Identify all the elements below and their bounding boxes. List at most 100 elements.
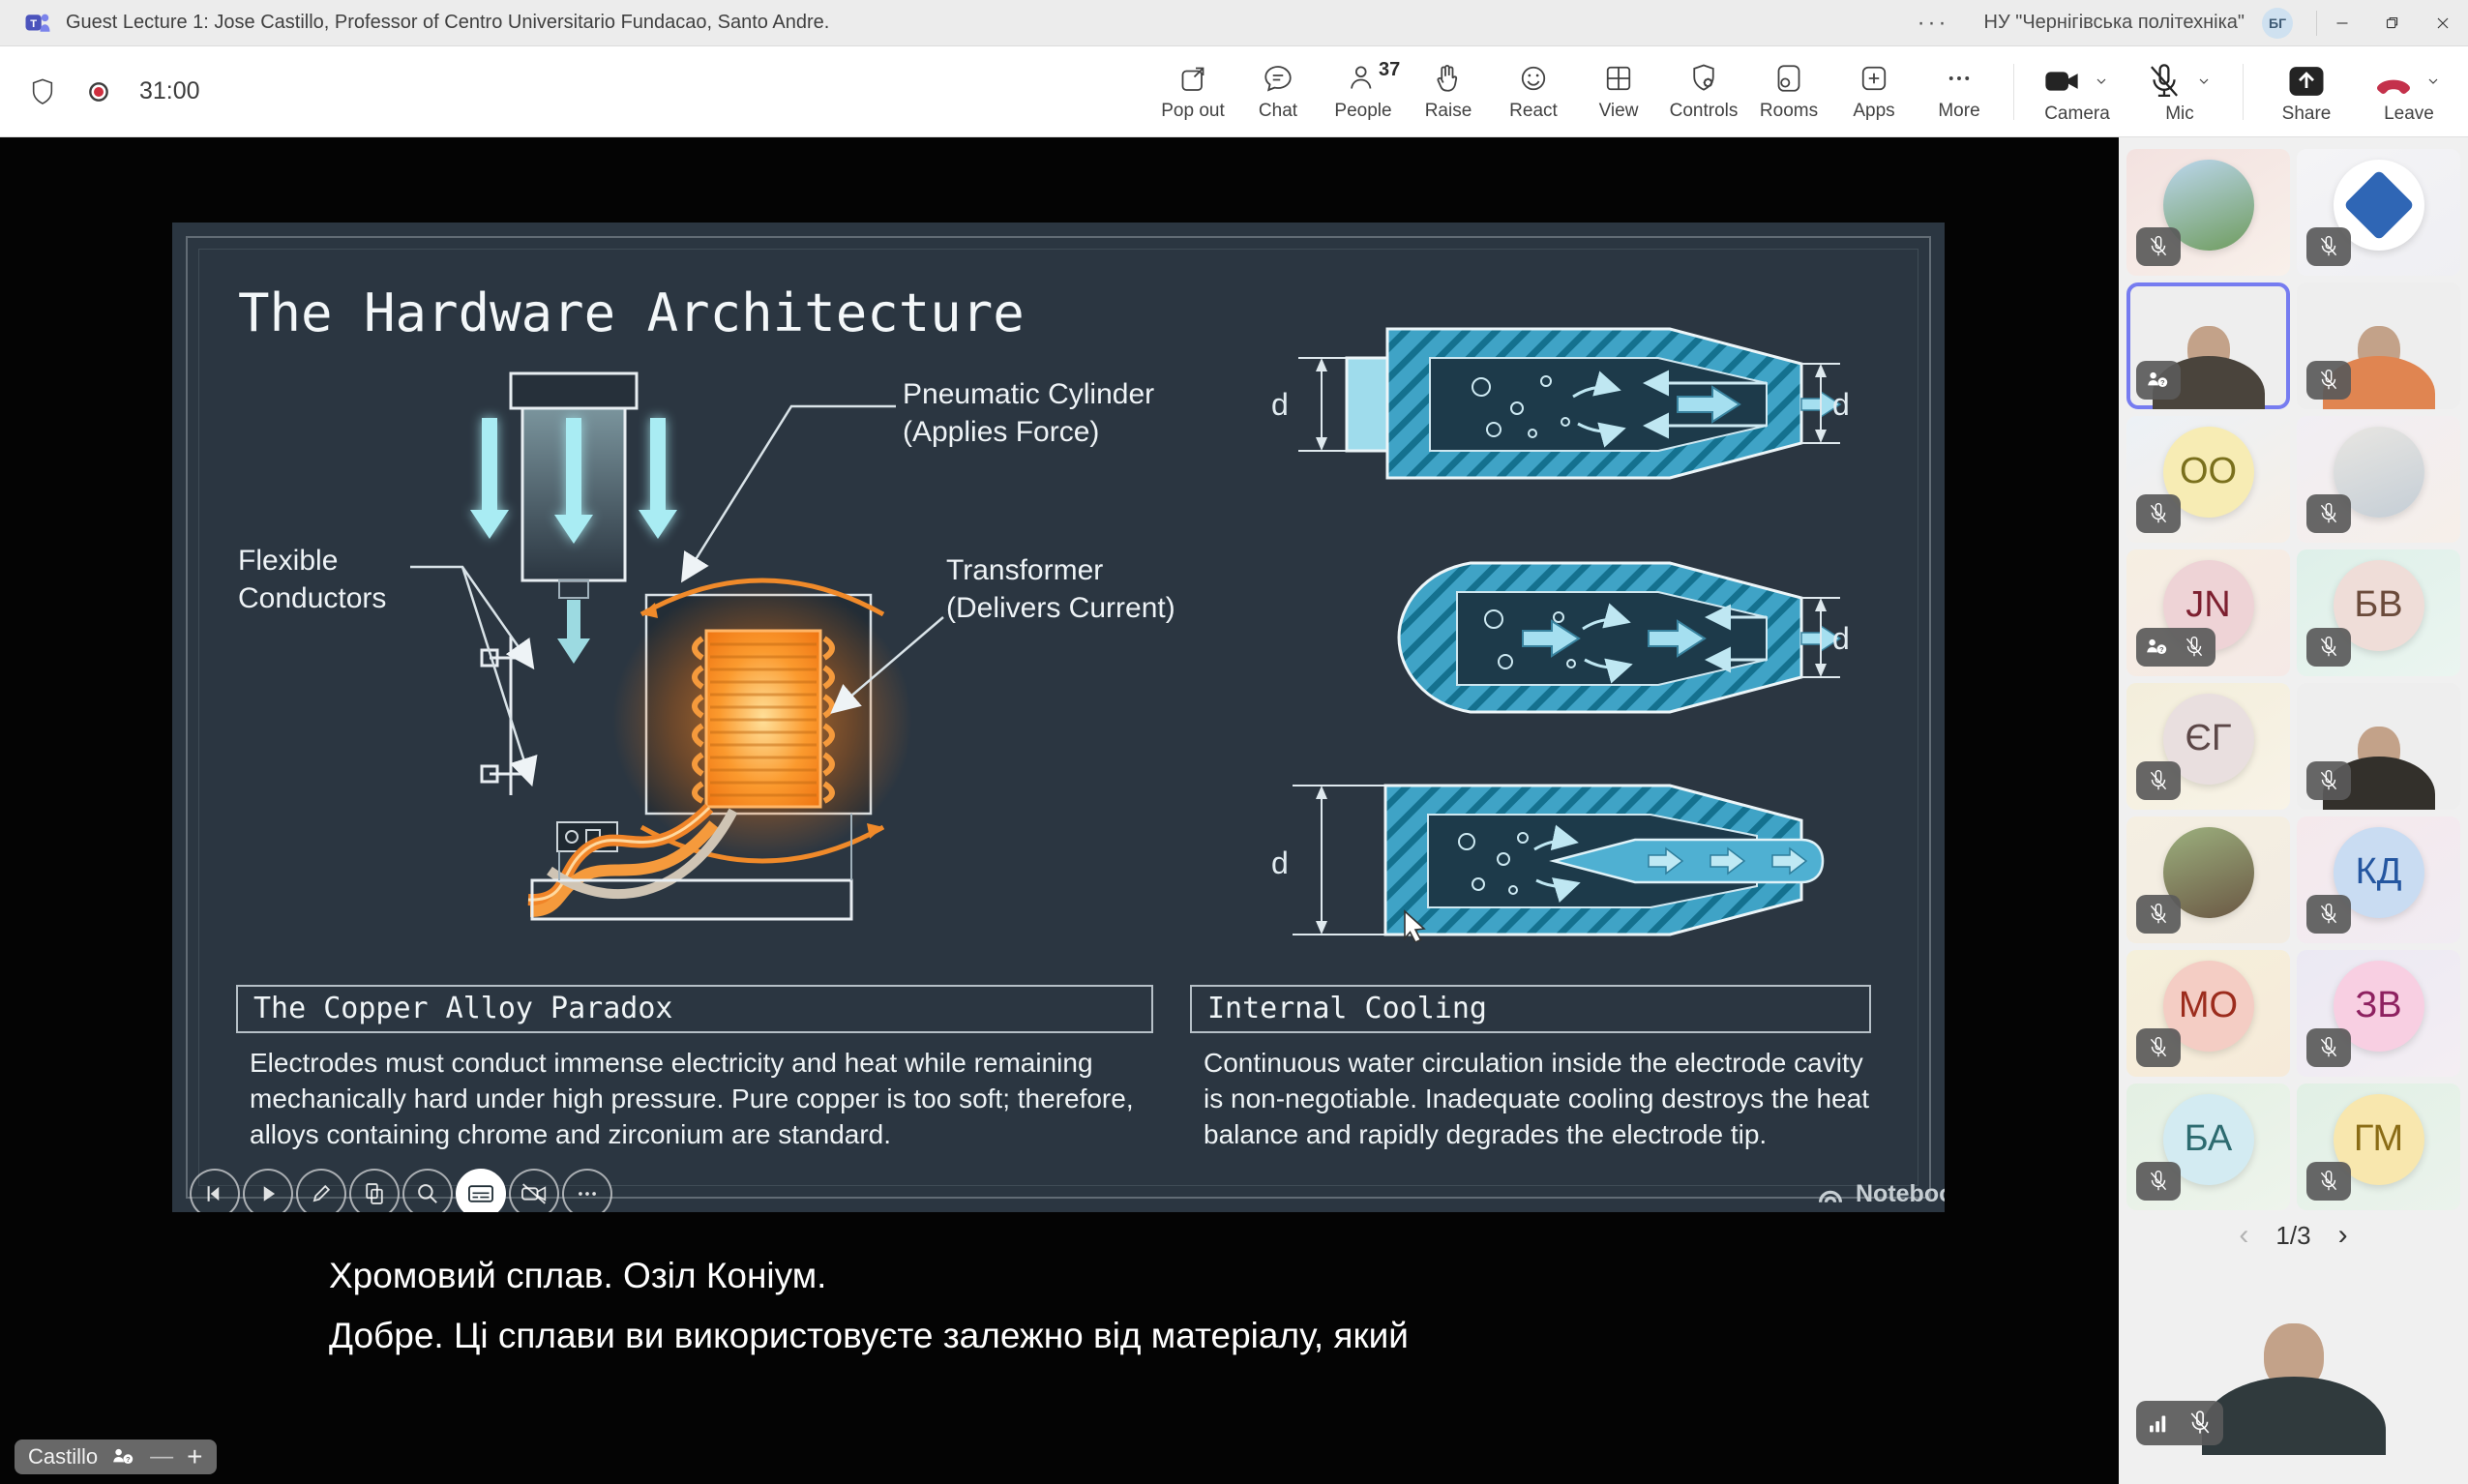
label-transformer: Transformer(Delivers Current) bbox=[946, 551, 1175, 627]
notebooklm-watermark: NotebookLM bbox=[1815, 1180, 1945, 1208]
view-icon bbox=[1601, 61, 1636, 96]
play-icon bbox=[252, 1177, 284, 1210]
recording-indicator-icon bbox=[83, 76, 114, 107]
shared-slide: The Hardware Architecture bbox=[172, 223, 1945, 1212]
toolbar-button-rooms[interactable]: Rooms bbox=[1746, 61, 1831, 122]
toolbar-button-more[interactable]: More bbox=[1917, 61, 2002, 122]
toolbar-button-react[interactable]: React bbox=[1491, 61, 1576, 122]
participant-status-badge bbox=[2306, 1028, 2351, 1067]
raise-icon bbox=[1431, 61, 1466, 96]
chevron-down-icon[interactable] bbox=[2422, 70, 2445, 93]
toolbar-button-view[interactable]: View bbox=[1576, 61, 1661, 122]
mic-muted-icon bbox=[2182, 635, 2207, 660]
mic-muted-icon bbox=[2316, 902, 2341, 927]
toolbar-button-camera[interactable]: Camera bbox=[2026, 59, 2128, 125]
pages-icon bbox=[358, 1177, 391, 1210]
participant-tile-zv[interactable]: ЗВ bbox=[2297, 950, 2460, 1077]
toolbar-button-raise[interactable]: Raise bbox=[1406, 61, 1491, 122]
mic-slash-icon bbox=[2144, 61, 2185, 102]
participant-tile-gm[interactable]: ГМ bbox=[2297, 1083, 2460, 1210]
participant-tile-bv[interactable]: БВ bbox=[2297, 549, 2460, 676]
internal-cooling-heading: Internal Cooling bbox=[1190, 985, 1871, 1033]
user-avatar-badge[interactable]: БГ bbox=[2262, 8, 2293, 39]
player-play-button bbox=[243, 1169, 293, 1212]
dimension-label-d3-left: d bbox=[1271, 846, 1289, 881]
subtitle-line: Добре. Ці сплави ви використовуєте залеж… bbox=[329, 1306, 1409, 1366]
shared-screen-stage: The Hardware Architecture bbox=[0, 137, 2119, 1484]
restore-button[interactable] bbox=[2367, 0, 2418, 45]
mic-muted-icon bbox=[2316, 234, 2341, 259]
presenter-name: Castillo bbox=[28, 1444, 98, 1469]
gallery-prev-button[interactable]: ‹ bbox=[2239, 1219, 2248, 1252]
mic-muted-icon bbox=[2186, 1409, 2215, 1438]
participant-status-badge bbox=[2306, 761, 2351, 800]
mic-muted-icon bbox=[2316, 1169, 2341, 1194]
more-icon bbox=[571, 1177, 604, 1210]
player-video-off-button bbox=[509, 1169, 559, 1212]
mic-muted-icon bbox=[2316, 635, 2341, 660]
shield-icon[interactable] bbox=[27, 76, 58, 107]
toolbar-button-people[interactable]: 37 People bbox=[1321, 61, 1406, 122]
people-q-icon bbox=[2146, 368, 2171, 393]
participant-tile-mo[interactable]: МО bbox=[2126, 950, 2290, 1077]
participant-status-badge bbox=[2136, 1028, 2181, 1067]
toolbar-button-controls[interactable]: Controls bbox=[1661, 61, 1746, 122]
participant-tile-kd[interactable]: КД bbox=[2297, 816, 2460, 943]
gallery-next-button[interactable]: › bbox=[2338, 1219, 2348, 1252]
participant-tile-photo-landscape[interactable] bbox=[2126, 149, 2290, 276]
close-button[interactable] bbox=[2418, 0, 2468, 45]
controls-icon bbox=[1686, 61, 1721, 96]
participant-tile-active-speaker[interactable] bbox=[2126, 282, 2290, 409]
player-pages-button bbox=[349, 1169, 400, 1212]
zoom-icon bbox=[411, 1177, 444, 1210]
people-q-icon bbox=[2145, 635, 2170, 660]
toolbar-button-popout[interactable]: Pop out bbox=[1150, 61, 1235, 122]
copper-alloy-body: Electrodes must conduct immense electric… bbox=[250, 1045, 1164, 1152]
close-icon bbox=[2432, 13, 2453, 34]
titlebar-overflow-menu[interactable]: ··· bbox=[1918, 10, 1949, 37]
mic-muted-icon bbox=[2146, 902, 2171, 927]
participant-status-badge bbox=[2136, 761, 2181, 800]
window-titlebar: Guest Lecture 1: Jose Castillo, Professo… bbox=[0, 0, 2468, 46]
participant-tile-jn[interactable]: JN bbox=[2126, 549, 2290, 676]
zoom-in-button[interactable]: + bbox=[187, 1441, 202, 1472]
mic-muted-icon bbox=[2146, 234, 2171, 259]
toolbar-button-leave[interactable]: Leave bbox=[2358, 59, 2460, 125]
participant-tile-photo-beard[interactable] bbox=[2126, 816, 2290, 943]
label-flexible-conductors: FlexibleConductors bbox=[238, 542, 386, 617]
participant-status-badge bbox=[2136, 494, 2181, 533]
meeting-toolbar: 31:00 Pop out Chat 37 People Raise React… bbox=[0, 46, 2468, 137]
player-more-button bbox=[562, 1169, 612, 1212]
toolbar-button-share[interactable]: Share bbox=[2255, 59, 2358, 125]
people-question-icon bbox=[111, 1444, 136, 1469]
dimension-label-d1-right: d bbox=[1832, 387, 1850, 423]
chevron-down-icon[interactable] bbox=[2090, 70, 2113, 93]
people-count-badge: 37 bbox=[1379, 59, 1400, 81]
participant-status-badge bbox=[2306, 1162, 2351, 1201]
participant-tile-woman-orange-hoodie[interactable] bbox=[2297, 282, 2460, 409]
participant-tile-yeh[interactable]: ЄГ bbox=[2126, 683, 2290, 810]
participant-tile-photo-white-shirt[interactable] bbox=[2297, 416, 2460, 543]
presenter-video-tile[interactable] bbox=[2126, 1267, 2460, 1455]
minimize-button[interactable] bbox=[2317, 0, 2367, 45]
live-captions: Хромовий сплав. Озіл Коніум.Добре. Ці сп… bbox=[329, 1246, 1409, 1366]
participant-tile-ba[interactable]: БА bbox=[2126, 1083, 2290, 1210]
toolbar-button-mic[interactable]: Mic bbox=[2128, 59, 2231, 125]
signal-icon bbox=[2145, 1409, 2174, 1438]
zoom-out-button[interactable]: — bbox=[150, 1443, 173, 1470]
player-zoom-button bbox=[402, 1169, 453, 1212]
presenter-name-pill[interactable]: Castillo — + bbox=[15, 1439, 217, 1474]
label-pneumatic-cylinder: Pneumatic Cylinder(Applies Force) bbox=[903, 375, 1154, 451]
slide-player-controls bbox=[190, 1169, 612, 1212]
share-icon bbox=[2286, 61, 2327, 102]
video-off-icon bbox=[518, 1177, 550, 1210]
mic-muted-icon bbox=[2146, 768, 2171, 793]
toolbar-button-apps[interactable]: Apps bbox=[1831, 61, 1917, 122]
chevron-down-icon[interactable] bbox=[2192, 70, 2215, 93]
mic-muted-icon bbox=[2146, 1035, 2171, 1060]
participant-tile-oo[interactable]: OO bbox=[2126, 416, 2290, 543]
participant-tile-man-chalkboard[interactable] bbox=[2297, 683, 2460, 810]
toolbar-button-chat[interactable]: Chat bbox=[1235, 61, 1321, 122]
apps-icon bbox=[1857, 61, 1891, 96]
participant-tile-logo-diamond[interactable] bbox=[2297, 149, 2460, 276]
